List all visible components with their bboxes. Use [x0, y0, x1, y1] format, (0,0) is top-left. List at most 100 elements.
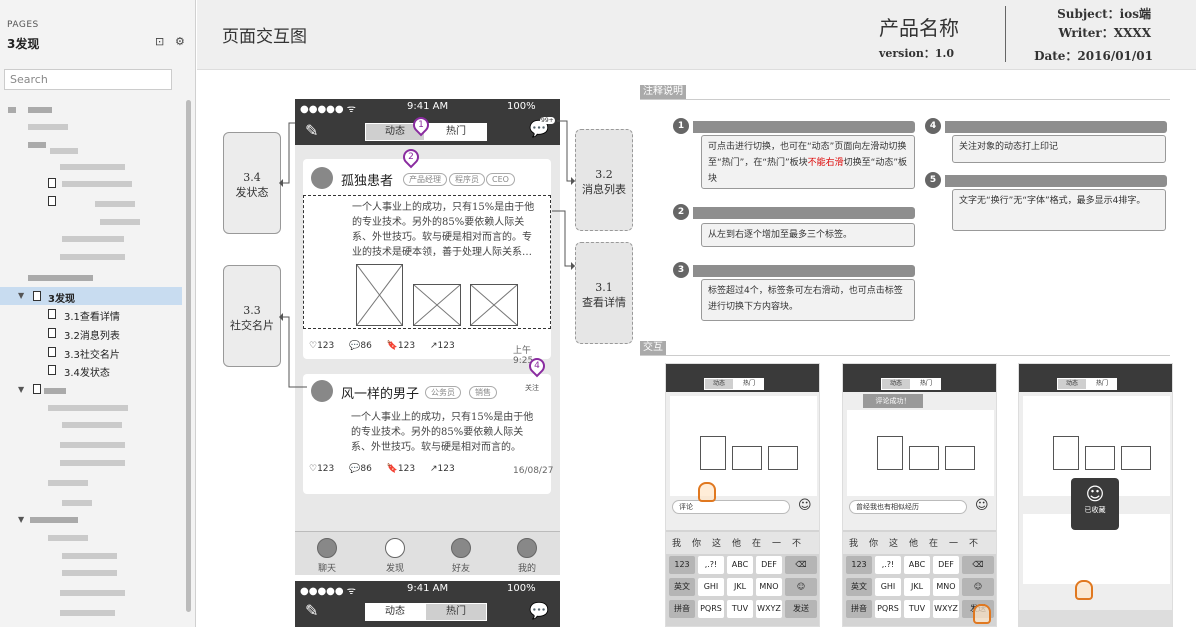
key[interactable]: TUV	[727, 600, 753, 618]
comment-icon[interactable]: 💬	[349, 464, 360, 474]
key[interactable]: 123	[669, 556, 695, 574]
tap-hand-icon	[698, 482, 716, 502]
key[interactable]: MNO	[756, 578, 782, 596]
mini-nav: 动态 热门	[1019, 364, 1172, 392]
emoji-key-icon[interactable]: ☺	[785, 578, 817, 596]
tree-item-label: 3发现	[48, 294, 75, 305]
delete-key-icon[interactable]: ⌫	[962, 556, 994, 574]
note-bar	[693, 265, 915, 277]
tree-item-label: 3.1查看详情	[64, 312, 120, 323]
share-icon[interactable]: ↗	[430, 464, 438, 474]
image-placeholder	[700, 436, 726, 470]
key[interactable]: DEF	[756, 556, 782, 574]
image-placeholder	[732, 446, 762, 470]
favorite-icon[interactable]: 🔖	[387, 464, 398, 474]
header-divider	[1005, 6, 1006, 62]
search-input[interactable]: Search	[4, 69, 172, 90]
tree-item-3-3[interactable]: 3.3社交名片	[0, 343, 182, 361]
pages-label: PAGES	[7, 20, 39, 30]
key[interactable]: JKL	[727, 578, 753, 596]
key[interactable]: DEF	[933, 556, 959, 574]
tab-dynamic[interactable]: 动态	[704, 378, 734, 390]
settings-icon[interactable]: ⚙	[175, 35, 187, 48]
tab-dynamic[interactable]: 动态	[365, 603, 425, 621]
tab-bar: 聊天 发现 好友 我的	[295, 531, 560, 575]
pages-panel: PAGES 3发现 ⊡ ⚙ Search ▼ 3发现 3.1查看详情 3.2消息…	[0, 0, 196, 627]
emoji-key-icon[interactable]: ☺	[962, 578, 994, 596]
tab-hot[interactable]: 热门	[911, 378, 941, 390]
image-placeholder	[909, 446, 939, 470]
delete-key-icon[interactable]: ⌫	[785, 556, 817, 574]
tree-item-label: 3.3社交名片	[64, 350, 120, 361]
tap-hand-icon	[1075, 580, 1093, 600]
tab-hot[interactable]: 热门	[425, 603, 487, 621]
key[interactable]: ,.?!	[875, 556, 901, 574]
note-bar	[945, 175, 1167, 187]
tree-item-3-discover[interactable]: ▼ 3发现	[0, 287, 182, 305]
image-placeholder	[1121, 446, 1151, 470]
mini-nav: 动态 热门	[843, 364, 996, 392]
key[interactable]: JKL	[904, 578, 930, 596]
key[interactable]: 英文	[846, 578, 872, 596]
sidebar-scrollbar[interactable]	[186, 100, 191, 612]
key[interactable]: GHI	[698, 578, 724, 596]
key[interactable]: WXYZ	[933, 600, 959, 618]
tab-discover[interactable]: 发现	[375, 538, 415, 574]
reply-input[interactable]: 曾经我也有相似经历	[849, 500, 967, 514]
key[interactable]: 拼音	[846, 600, 872, 618]
tree-item-3-2[interactable]: 3.2消息列表	[0, 324, 182, 342]
add-page-icon[interactable]: ⊡	[155, 35, 167, 48]
tab-dynamic[interactable]: 动态	[881, 378, 911, 390]
send-key[interactable]: 发送	[785, 600, 817, 618]
toast-text: 已收藏	[1084, 506, 1106, 514]
key[interactable]: PQRS	[698, 600, 724, 618]
message-icon[interactable]: 💬	[529, 601, 549, 620]
writer-label: Writer：XXXX	[1058, 26, 1151, 40]
emoji-icon[interactable]: ☺	[975, 498, 989, 513]
design-canvas: ●●●●● ᯤ 9:41 AM 100% ✎ 动态 热门 💬 99+ 孤独患者 …	[197, 71, 1196, 627]
tab-dynamic[interactable]: 动态	[1057, 378, 1087, 390]
like-icon[interactable]: ♡	[309, 464, 317, 474]
interaction-section-title: 交互	[640, 341, 666, 355]
tab-friends[interactable]: 好友	[441, 538, 481, 574]
favorite-toast: ☺ 已收藏	[1071, 478, 1119, 530]
key[interactable]: 拼音	[669, 600, 695, 618]
tree-item-3-4[interactable]: 3.4发状态	[0, 361, 182, 379]
key[interactable]: PQRS	[875, 600, 901, 618]
tab-chat[interactable]: 聊天	[307, 538, 347, 574]
mini-card	[670, 396, 817, 496]
tab-hot[interactable]: 热门	[1087, 378, 1117, 390]
phone-mockup-2: ●●●●● ᯤ 9:41 AM 100% ✎ 动态 热门 💬	[295, 581, 560, 627]
tree-item-label: 3.2消息列表	[64, 331, 120, 342]
post-card[interactable]: 风一样的男子 公务员 销售 一个人事业上的成功，只有15%是由于他的专业技术。另…	[303, 374, 554, 494]
key[interactable]: ,.?!	[698, 556, 724, 574]
compose-icon[interactable]: ✎	[305, 601, 318, 620]
key[interactable]: 123	[846, 556, 872, 574]
keyboard-candidates: 我 你 这 他 在 一 不	[843, 532, 996, 554]
image-placeholder	[1053, 436, 1079, 470]
key[interactable]: GHI	[875, 578, 901, 596]
note-bar	[945, 121, 1167, 133]
mini-phone-comment: 动态 热门 评论 ☺ 我 你 这 他 在 一 不 123 ,.?! ABC DE…	[665, 363, 820, 627]
keyboard: 我 你 这 他 在 一 不 123 ,.?! ABC DEF ⌫ 英文 GHI …	[666, 530, 819, 626]
note-4: 关注对象的动态打上印记	[952, 135, 1166, 163]
tree-item-3-1[interactable]: 3.1查看详情	[0, 305, 182, 323]
comment-input[interactable]: 评论	[672, 500, 790, 514]
mini-phone-reply: 动态 热门 评论成功！ 曾经我也有相似经历 ☺ 我 你 这 他 在 一 不 12…	[842, 363, 997, 627]
mini-phone-favorite: 动态 热门 ☺ 已收藏	[1018, 363, 1173, 627]
tab-hot[interactable]: 热门	[734, 378, 764, 390]
key[interactable]: ABC	[727, 556, 753, 574]
section-divider	[640, 99, 1170, 100]
note-number: 3	[673, 262, 689, 278]
key[interactable]: MNO	[933, 578, 959, 596]
post-time: 16/08/27	[513, 466, 554, 476]
key[interactable]: ABC	[904, 556, 930, 574]
note-number: 2	[673, 204, 689, 220]
key[interactable]: WXYZ	[756, 600, 782, 618]
emoji-icon[interactable]: ☺	[798, 498, 812, 513]
key[interactable]: TUV	[904, 600, 930, 618]
annotation-section-title: 注释说明	[640, 85, 686, 99]
key[interactable]: 英文	[669, 578, 695, 596]
tab-mine[interactable]: 我的	[507, 538, 547, 574]
note-1: 可点击进行切换，也可在“动态”页面向左滑动切换至“热门”，在“热门”板块不能右滑…	[701, 135, 915, 189]
